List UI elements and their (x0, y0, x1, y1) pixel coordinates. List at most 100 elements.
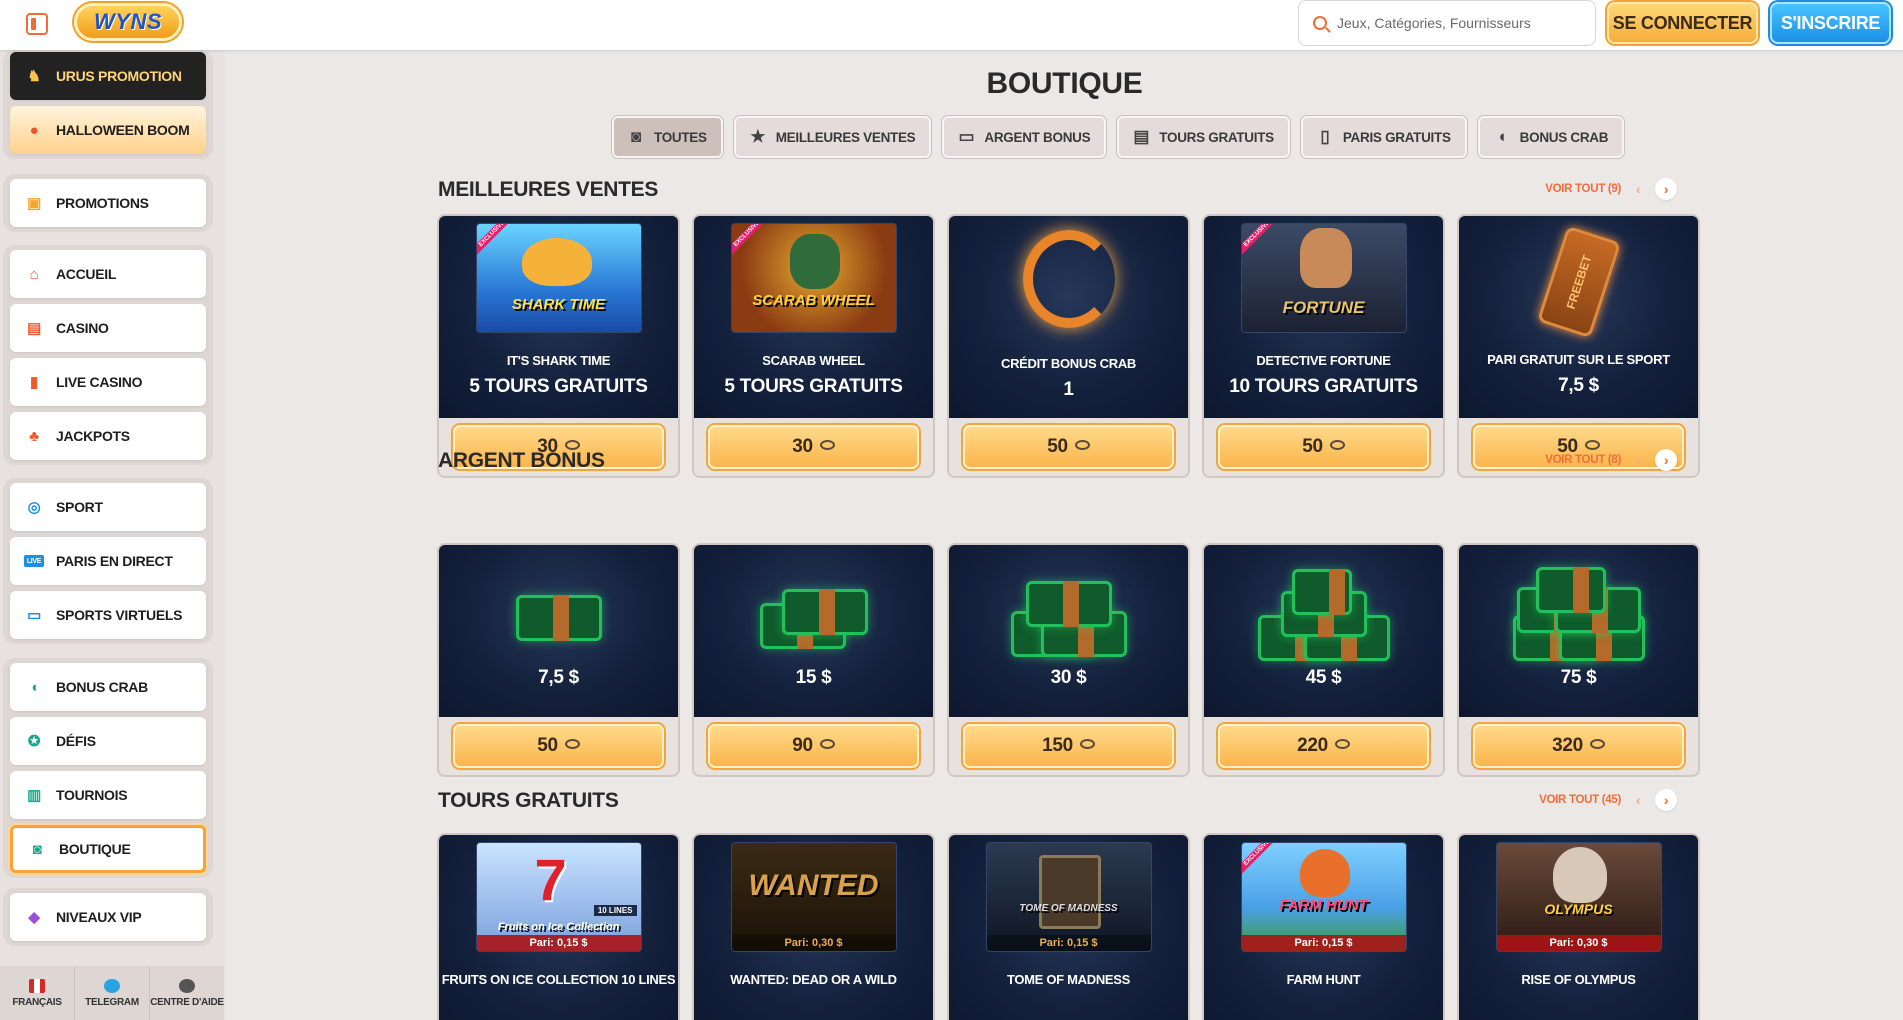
shop-card[interactable]: EXCLUSIVE FARM HUNT Pari: 0,15 $ FARM HU… (1202, 833, 1445, 1020)
coin-icon (1334, 739, 1350, 749)
star-icon: ★ (750, 127, 766, 146)
coin-icon (1329, 440, 1345, 450)
game-logo: FORTUNE (1282, 298, 1365, 317)
card-value: 7,5 $ (1558, 375, 1599, 396)
shop-card[interactable]: 45 $ 220 (1202, 543, 1445, 777)
chevron-left-icon[interactable]: ‹ (1627, 449, 1649, 471)
sidebar-item-defis[interactable]: ✪ DÉFIS (10, 717, 206, 765)
sidebar-item-live-casino[interactable]: ▮ LIVE CASINO (10, 358, 206, 406)
game-thumbnail: TOME OF MADNESS Pari: 0,15 $ (985, 842, 1152, 952)
price-area: 50 (949, 418, 1188, 476)
sidebar-toggle-icon[interactable] (26, 13, 48, 35)
buy-button[interactable]: 30 (708, 425, 919, 469)
sidebar-item-tournois[interactable]: ▥ TOURNOIS (10, 771, 206, 819)
telegram-button[interactable]: TELEGRAM (75, 966, 150, 1020)
tab-toutes[interactable]: ◙ TOUTES (612, 116, 723, 158)
exclusive-badge: EXCLUSIVE (731, 224, 770, 258)
tab-argent-bonus[interactable]: ▭ ARGENT BONUS (942, 116, 1107, 158)
shop-card[interactable]: TOME OF MADNESS Pari: 0,15 $ TOME OF MAD… (947, 833, 1190, 1020)
language-button[interactable]: FRANÇAIS (0, 966, 75, 1020)
chevron-right-icon[interactable]: › (1655, 789, 1677, 811)
coin-icon (819, 739, 835, 749)
shop-card[interactable]: OLYMPUS Pari: 0,30 $ RISE OF OLYMPUS (1457, 833, 1700, 1020)
help-center-button[interactable]: CENTRE D'AIDE (150, 966, 224, 1020)
buy-button[interactable]: 50 (963, 425, 1174, 469)
signup-button[interactable]: S'INSCRIRE (1770, 2, 1891, 44)
sidebar-item-accueil[interactable]: ⌂ ACCUEIL (10, 250, 206, 298)
money-stack-icon (1257, 569, 1390, 665)
tab-tours-gratuits[interactable]: ▤ TOURS GRATUITS (1117, 116, 1290, 158)
section-title-tours-gratuits: TOURS GRATUITS (438, 789, 619, 812)
shop-card[interactable]: FREEBET PARI GRATUIT SUR LE SPORT 7,5 $ … (1457, 214, 1700, 478)
coin-icon (819, 440, 835, 450)
sidebar-item-urus-promotion[interactable]: ♞ URUS PROMOTION (10, 52, 206, 100)
shop-card[interactable]: 75 $ 320 (1457, 543, 1700, 777)
tab-paris-gratuits[interactable]: ▯ PARIS GRATUITS (1300, 116, 1467, 158)
sidebar-item-paris-en-direct[interactable]: LIVE PARIS EN DIRECT (10, 537, 206, 585)
buy-button[interactable]: 320 (1473, 724, 1684, 768)
price-value: 320 (1552, 735, 1583, 756)
see-all-link[interactable]: VOIR TOUT (45) (1539, 794, 1621, 806)
sidebar-item-casino[interactable]: ▤ CASINO (10, 304, 206, 352)
game-subtitle: 10 LINES (593, 905, 637, 916)
tab-label: ARGENT BONUS (984, 129, 1091, 145)
slot-machine-icon: ▤ (27, 320, 41, 337)
sidebar-item-label: JACKPOTS (56, 428, 130, 444)
buy-button[interactable]: 50 (453, 724, 664, 768)
buy-button[interactable]: 90 (708, 724, 919, 768)
tab-bonus-crab[interactable]: ◖ BONUS CRAB (1477, 116, 1625, 158)
sidebar-item-bonus-crab[interactable]: ◖ BONUS CRAB (10, 663, 206, 711)
sidebar-item-boutique[interactable]: ◙ BOUTIQUE (10, 825, 206, 873)
shop-card[interactable]: WANTED Pari: 0,30 $ WANTED: DEAD OR A WI… (692, 833, 935, 1020)
shop-card[interactable]: EXCLUSIVE SCARAB WHEEL SCARAB WHEEL 5 TO… (692, 214, 935, 478)
buy-button[interactable]: 220 (1218, 724, 1429, 768)
shop-card[interactable]: 7,5 $ 50 (437, 543, 680, 777)
sidebar-group-vip: ◆ NIVEAUX VIP (3, 888, 213, 946)
card-visual: 7 10 LINES Fruits on Ice Collection Pari… (439, 835, 678, 1020)
sidebar-group-casino: ⌂ ACCUEIL ▤ CASINO ▮ LIVE CASINO ♣ JACKPOTS (3, 245, 213, 465)
shop-card[interactable]: CRÉDIT BONUS CRAB 1 50 (947, 214, 1190, 478)
search-input[interactable] (1337, 15, 1577, 31)
shop-card[interactable]: EXCLUSIVE SHARK TIME IT'S SHARK TIME 5 T… (437, 214, 680, 478)
shop-card[interactable]: 30 $ 150 (947, 543, 1190, 777)
bet-amount: Pari: 0,30 $ (1496, 935, 1661, 951)
search-box[interactable] (1298, 0, 1596, 46)
seven-illustration: 7 (534, 848, 567, 913)
book-illustration (1038, 855, 1101, 929)
live-icon: LIVE (24, 555, 44, 567)
sidebar-item-jackpots[interactable]: ♣ JACKPOTS (10, 412, 206, 460)
wyns-logo[interactable]: WYNS (74, 3, 182, 41)
sidebar-item-niveaux-vip[interactable]: ◆ NIVEAUX VIP (10, 893, 206, 941)
shop-card[interactable]: 15 $ 90 (692, 543, 935, 777)
card-visual: EXCLUSIVE SHARK TIME IT'S SHARK TIME 5 T… (439, 216, 678, 418)
telegram-icon (104, 978, 120, 993)
shop-card[interactable]: EXCLUSIVE FORTUNE DETECTIVE FORTUNE 10 T… (1202, 214, 1445, 478)
shop-card[interactable]: 7 10 LINES Fruits on Ice Collection Pari… (437, 833, 680, 1020)
card-visual: 45 $ (1204, 545, 1443, 717)
card-visual: EXCLUSIVE SCARAB WHEEL SCARAB WHEEL 5 TO… (694, 216, 933, 418)
bet-amount: Pari: 0,15 $ (476, 935, 641, 951)
sidebar-item-halloween-boom[interactable]: ● HALLOWEEN BOOM (10, 106, 206, 154)
buy-button[interactable]: 150 (963, 724, 1174, 768)
card-visual: FREEBET PARI GRATUIT SUR LE SPORT 7,5 $ (1459, 216, 1698, 418)
buy-button[interactable]: 50 (1218, 425, 1429, 469)
sidebar-item-label: PARIS EN DIRECT (56, 553, 173, 569)
ticket-icon: ▯ (1320, 127, 1330, 146)
footer-label: TELEGRAM (85, 996, 139, 1008)
sidebar-item-sports-virtuels[interactable]: ▭ SPORTS VIRTUELS (10, 591, 206, 639)
tab-meilleures-ventes[interactable]: ★ MEILLEURES VENTES (733, 116, 932, 158)
sidebar-item-promotions[interactable]: ▣ PROMOTIONS (10, 179, 206, 227)
card-value: 7,5 $ (538, 667, 579, 688)
card-visual: EXCLUSIVE FORTUNE DETECTIVE FORTUNE 10 T… (1204, 216, 1443, 418)
sidebar-item-sport[interactable]: ◎ SPORT (10, 483, 206, 531)
login-button[interactable]: SE CONNECTER (1607, 2, 1758, 44)
see-all-link[interactable]: VOIR TOUT (8) (1545, 454, 1621, 466)
podium-icon: ▥ (27, 787, 41, 804)
chevron-left-icon[interactable]: ‹ (1627, 789, 1649, 811)
tab-label: BONUS CRAB (1519, 129, 1609, 145)
coin-icon (1589, 739, 1605, 749)
chevron-right-icon[interactable]: › (1655, 178, 1677, 200)
see-all-link[interactable]: VOIR TOUT (9) (1545, 183, 1621, 195)
chevron-left-icon[interactable]: ‹ (1627, 178, 1649, 200)
chevron-right-icon[interactable]: › (1655, 449, 1677, 471)
